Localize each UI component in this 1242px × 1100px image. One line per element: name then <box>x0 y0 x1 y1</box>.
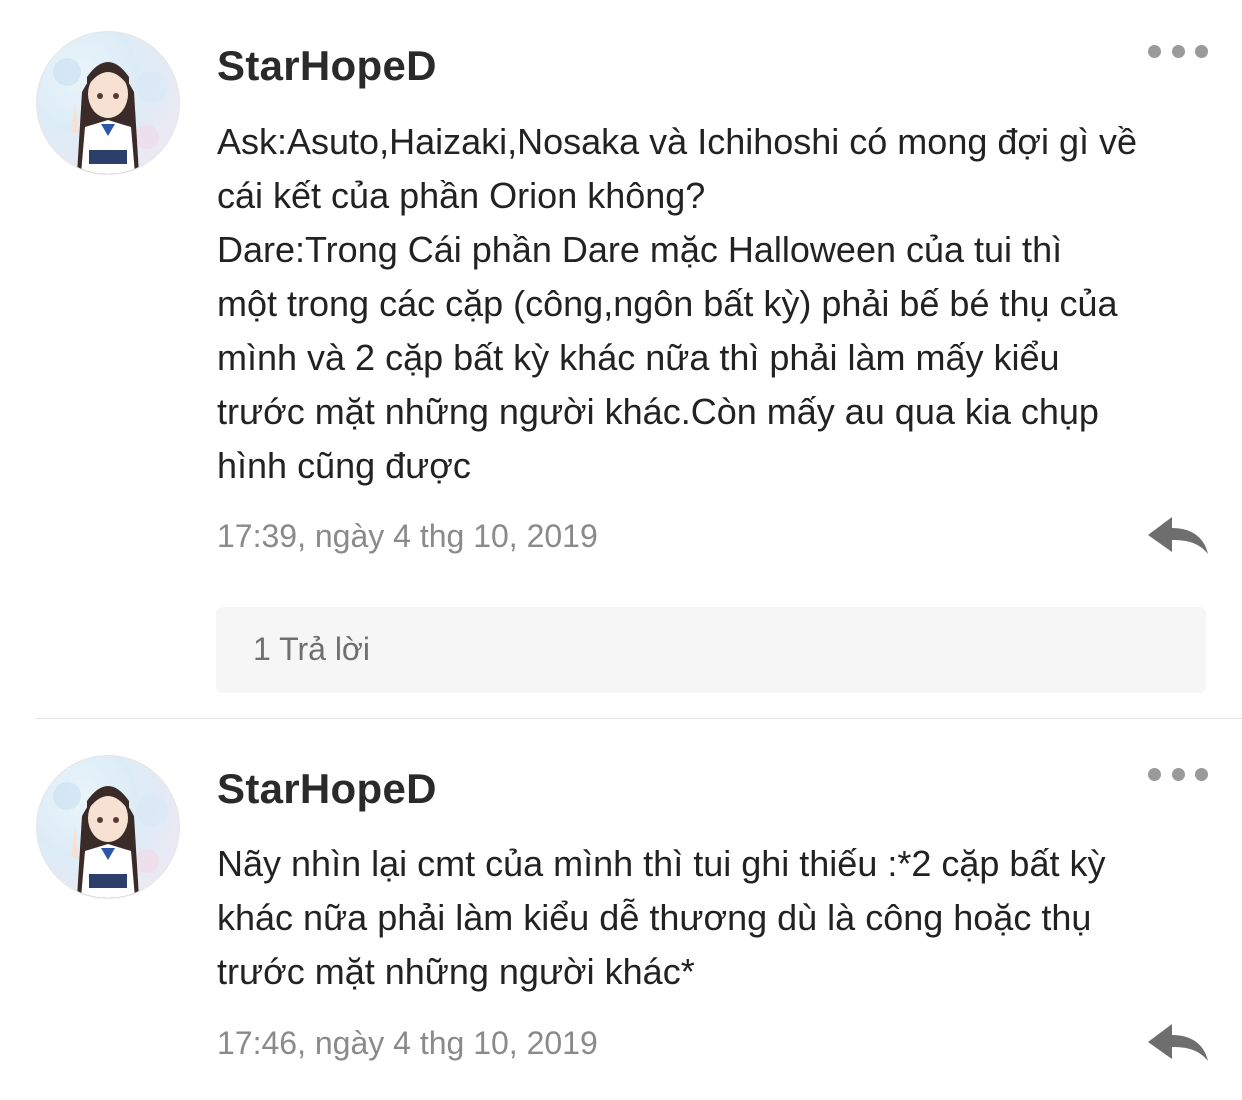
divider <box>36 718 1242 719</box>
avatar-image <box>53 782 168 898</box>
replies-count-label: 1 Trả lời <box>253 631 371 667</box>
comment-body: Ask:Asuto,Haizaki,Nosaka và Ichihoshi có… <box>217 115 1217 493</box>
comment-line: mình và 2 cặp bất kỳ khác nữa thì phải l… <box>217 337 1060 378</box>
avatar[interactable] <box>36 31 180 175</box>
reply-arrow-glyph <box>1148 1024 1208 1061</box>
more-options-icon[interactable] <box>1148 44 1208 58</box>
comment-line: Ask:Asuto,Haizaki,Nosaka và Ichihoshi có… <box>217 121 1138 162</box>
username[interactable]: StarHopeD <box>217 765 437 813</box>
comment-line: Dare:Trong Cái phần Dare mặc Halloween c… <box>217 229 1063 270</box>
dot <box>1195 767 1208 781</box>
avatar[interactable] <box>36 755 180 899</box>
more-options-icon[interactable] <box>1148 767 1208 781</box>
dot <box>1195 44 1208 58</box>
avatar-image <box>53 58 168 174</box>
username[interactable]: StarHopeD <box>217 42 437 90</box>
comment-line: Nãy nhìn lại cmt của mình thì tui ghi th… <box>217 843 1106 884</box>
dot <box>1171 44 1185 58</box>
timestamp: 17:46, ngày 4 thg 10, 2019 <box>217 1025 598 1061</box>
comment-line: trước mặt những người khác* <box>217 951 695 992</box>
comment-line: cái kết của phần Orion không? <box>217 175 706 216</box>
reply-arrow-icon[interactable] <box>1146 1021 1210 1065</box>
timestamp: 17:39, ngày 4 thg 10, 2019 <box>217 518 598 554</box>
view-replies-button[interactable]: 1 Trả lời <box>216 607 1206 693</box>
comment-line: một trong các cặp (công,ngôn bất kỳ) phả… <box>217 283 1118 324</box>
dot <box>1148 767 1161 781</box>
dot <box>1148 44 1161 58</box>
comment-line: trước mặt những người khác.Còn mấy au qu… <box>217 391 1099 432</box>
reply-arrow-glyph <box>1148 517 1208 554</box>
comment-line: hình cũng được <box>217 445 471 486</box>
dot <box>1171 767 1185 781</box>
comment-line: khác nữa phải làm kiểu dễ thương dù là c… <box>217 897 1092 938</box>
reply-arrow-icon[interactable] <box>1146 514 1210 558</box>
comment-body: Nãy nhìn lại cmt của mình thì tui ghi th… <box>217 837 1217 999</box>
